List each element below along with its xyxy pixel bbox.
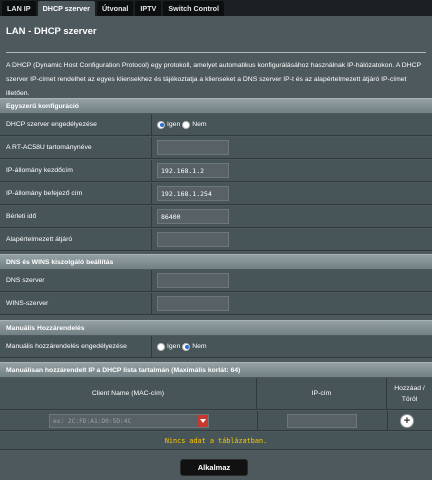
dns-server-label: DNS szerver [0,270,152,291]
row-dhcp-enable: DHCP szerver engedélyezése Igen Nem [0,114,432,136]
row-start-ip: IP-állomány kezdőcím 192.168.1.2 [0,160,432,182]
end-ip-input[interactable]: 192.168.1.254 [157,186,229,201]
apply-button[interactable]: Alkalmaz [180,459,248,476]
wins-server-label: WINS-szerver [0,293,152,314]
dhcp-enable-label: DHCP szerver engedélyezése [0,114,152,135]
dhcp-enable-yes[interactable]: Igen [157,120,180,129]
default-gateway-label: Alapértelmezett átjáró [0,229,152,250]
wins-server-input[interactable] [157,296,229,311]
start-ip-input[interactable]: 192.168.1.2 [157,163,229,178]
manual-list-input-row: ex: 2C:FD:A1:D0:5D:4C + [0,411,432,431]
col-add-delete: Hozzáad / Töröl [394,384,425,403]
manual-enable-radios: Igen Nem [157,336,209,357]
radio-yes-icon[interactable] [157,120,165,129]
section-basic-config: Egyszerű konfiguráció [0,98,432,113]
section-manual-assignment: Manuális Hozzárendelés [0,320,432,335]
col-divider [257,411,258,430]
tab-dhcp-server[interactable]: DHCP szerver [37,1,95,16]
lease-time-input[interactable]: 86400 [157,209,229,224]
section-manual-list: Manuálisan hozzárendelt IP a DHCP lista … [0,362,432,377]
col-ip-address: IP-cím [257,378,387,409]
manual-enable-no[interactable]: Nem [182,342,207,351]
manual-enable-label: Manuális hozzárendelés engedélyezése [0,336,152,357]
radio-yes-icon[interactable] [157,342,165,351]
col-client-name: Client Name (MAC-cím) [0,378,257,409]
dns-server-input[interactable] [157,273,229,288]
radio-no-icon[interactable] [182,120,191,129]
radio-no-icon[interactable] [182,342,191,351]
row-end-ip: IP-állomány befejező cím 192.168.1.254 [0,183,432,205]
chevron-down-icon[interactable] [198,415,208,427]
page-description: A DHCP (Dynamic Host Configuration Proto… [6,62,421,97]
mac-address-input[interactable]: ex: 2C:FD:A1:D0:5D:4C [49,414,209,428]
start-ip-label: IP-állomány kezdőcím [0,160,152,181]
lease-time-label: Bérleti idő [0,206,152,227]
row-domain-name: A RT-AC58U tartománynéve [0,137,432,159]
end-ip-label: IP-állomány befejező cím [0,183,152,204]
page-title: LAN - DHCP szerver [6,26,97,37]
domain-name-label: A RT-AC58U tartománynéve [0,137,152,158]
domain-name-input[interactable] [157,140,229,155]
manual-list-header: Client Name (MAC-cím) IP-cím Hozzáad / T… [0,378,432,410]
row-dns-server: DNS szerver [0,270,432,292]
tab-switch-control[interactable]: Switch Control [163,1,225,16]
tab-lan-ip[interactable]: LAN IP [2,1,36,16]
tab-route[interactable]: Útvonal [96,1,134,16]
row-lease-time: Bérleti idő 86400 [0,206,432,228]
tab-iptv[interactable]: IPTV [135,1,162,16]
empty-table-message: Nincs adat a táblázatban. [0,432,432,450]
title-divider [6,52,426,53]
row-default-gateway: Alapértelmezett átjáró [0,229,432,251]
dhcp-enable-radios: Igen Nem [157,114,209,135]
manual-enable-yes[interactable]: Igen [157,342,180,351]
tab-bar: LAN IP DHCP szerver Útvonal IPTV Switch … [0,0,432,16]
ip-address-input[interactable] [287,414,357,428]
section-dns-wins: DNS és WINS kiszolgáló beállítás [0,254,432,269]
add-icon[interactable]: + [400,414,414,428]
row-wins-server: WINS-szerver [0,293,432,315]
default-gateway-input[interactable] [157,232,229,247]
row-manual-enable: Manuális hozzárendelés engedélyezése Ige… [0,336,432,358]
dhcp-enable-no[interactable]: Nem [182,120,207,129]
col-divider [387,411,388,430]
